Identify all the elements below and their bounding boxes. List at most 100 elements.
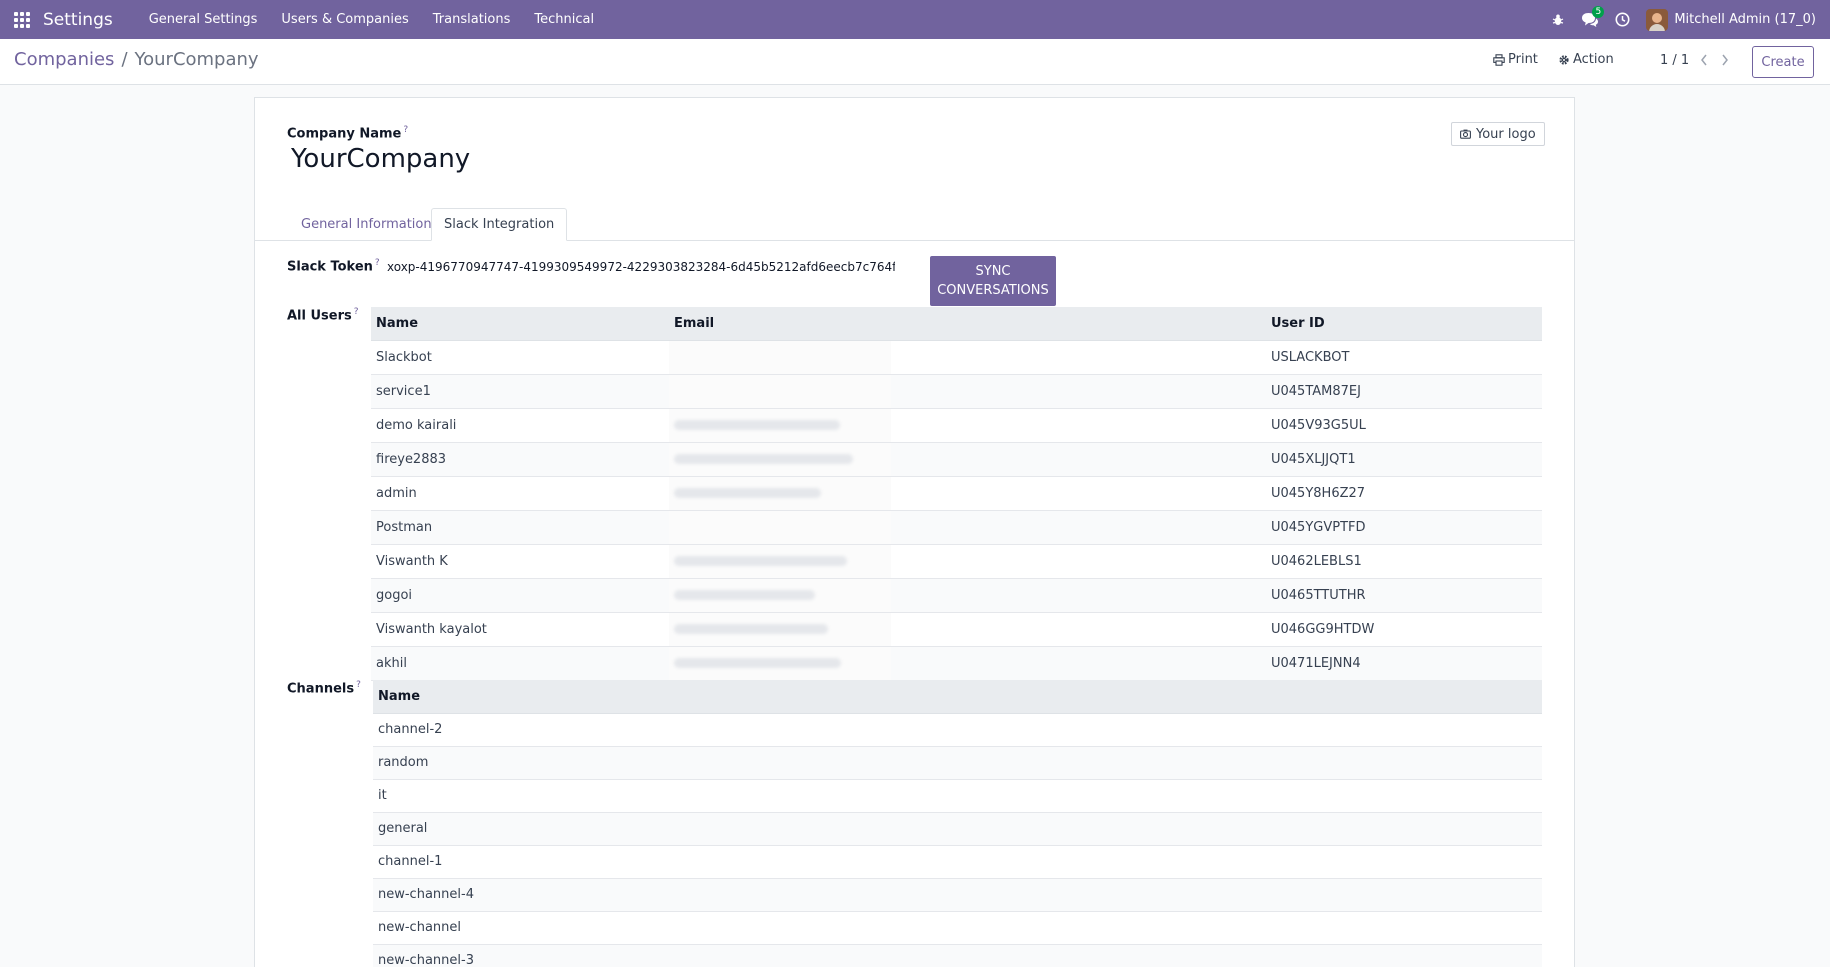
table-row[interactable]: Viswanth K U0462LEBLS1 [371, 544, 1542, 579]
pager-next-icon[interactable] [1717, 51, 1733, 69]
your-logo-button[interactable]: Your logo [1451, 122, 1545, 146]
redacted-email [674, 590, 815, 600]
user-name-cell[interactable]: fireye2883 [371, 442, 669, 477]
user-id-cell[interactable]: U046GG9HTDW [1266, 612, 1542, 647]
navbar-systray: 5 Mitchell Admin (17_0) [1542, 0, 1830, 39]
user-name-cell[interactable]: Postman [371, 510, 669, 545]
user-name-cell[interactable]: Viswanth kayalot [371, 612, 669, 647]
table-row[interactable]: random [373, 746, 1542, 780]
email-value-area [669, 612, 891, 646]
company-name-field[interactable]: YourCompany [291, 144, 470, 174]
menu-general-settings[interactable]: General Settings [137, 12, 270, 27]
debug-bug-icon[interactable] [1542, 0, 1574, 39]
user-menu[interactable]: Mitchell Admin (17_0) [1674, 12, 1816, 27]
help-tooltip-icon[interactable]: ? [356, 680, 361, 690]
user-email-cell[interactable] [669, 510, 1266, 545]
user-email-cell[interactable] [669, 374, 1266, 409]
channel-name-cell[interactable]: general [373, 812, 1542, 846]
company-name-label: Company Name? [287, 125, 409, 142]
activity-clock-icon[interactable] [1606, 0, 1638, 39]
user-name-cell[interactable]: Viswanth K [371, 544, 669, 579]
table-row[interactable]: channel-2 [373, 713, 1542, 747]
user-email-cell[interactable] [669, 544, 1266, 579]
column-header-name[interactable]: Name [371, 307, 669, 341]
user-email-cell[interactable] [669, 442, 1266, 477]
help-tooltip-icon[interactable]: ? [403, 125, 408, 135]
main-menu: General Settings Users & Companies Trans… [137, 12, 606, 27]
pager-value[interactable]: 1 / 1 [1660, 53, 1689, 68]
column-header-email[interactable]: Email [669, 307, 1266, 341]
user-name-cell[interactable]: gogoi [371, 578, 669, 613]
table-row[interactable]: Viswanth kayalot U046GG9HTDW [371, 612, 1542, 647]
channel-name-cell[interactable]: it [373, 779, 1542, 813]
table-row[interactable]: Postman U045YGVPTFD [371, 510, 1542, 545]
user-id-cell[interactable]: U045V93G5UL [1266, 408, 1542, 443]
app-name[interactable]: Settings [43, 10, 113, 30]
table-header-row: Name [373, 680, 1542, 714]
table-row[interactable]: channel-1 [373, 845, 1542, 879]
channels-table: Name channel-2 random it general channel-1 ne… [373, 680, 1542, 967]
tab-general-information[interactable]: General Information [289, 208, 444, 241]
menu-technical[interactable]: Technical [522, 12, 606, 27]
channel-name-cell[interactable]: new-channel-3 [373, 944, 1542, 967]
action-button[interactable]: Action [1558, 52, 1614, 67]
table-row[interactable]: akhil U0471LEJNN4 [371, 646, 1542, 681]
user-name-cell[interactable]: demo kairali [371, 408, 669, 443]
user-email-cell[interactable] [669, 612, 1266, 647]
table-row[interactable]: fireye2883 U045XLJJQT1 [371, 442, 1542, 477]
table-row[interactable]: admin U045Y8H6Z27 [371, 476, 1542, 511]
user-email-cell[interactable] [669, 340, 1266, 375]
pager-previous-icon[interactable] [1696, 51, 1712, 69]
breadcrumb-companies[interactable]: Companies [14, 49, 114, 70]
channel-name-cell[interactable]: new-channel-4 [373, 878, 1542, 912]
table-row[interactable]: new-channel-3 [373, 944, 1542, 967]
table-row[interactable]: it [373, 779, 1542, 813]
user-email-cell[interactable] [669, 408, 1266, 443]
channel-name-cell[interactable]: new-channel [373, 911, 1542, 945]
table-row[interactable]: Slackbot USLACKBOT [371, 340, 1542, 375]
print-button[interactable]: Print [1493, 52, 1538, 67]
redacted-email [674, 556, 847, 566]
user-name-cell[interactable]: akhil [371, 646, 669, 681]
email-value-area [669, 646, 891, 680]
user-email-cell[interactable] [669, 476, 1266, 511]
user-name-cell[interactable]: admin [371, 476, 669, 511]
menu-translations[interactable]: Translations [421, 12, 523, 27]
messages-badge: 5 [1592, 6, 1605, 18]
channel-name-cell[interactable]: random [373, 746, 1542, 780]
user-id-cell[interactable]: U045TAM87EJ [1266, 374, 1542, 409]
apps-menu-icon[interactable] [14, 11, 30, 28]
menu-users-companies[interactable]: Users & Companies [269, 12, 420, 27]
top-navbar: Settings General Settings Users & Compan… [0, 0, 1830, 39]
user-avatar[interactable] [1646, 8, 1669, 31]
tab-slack-integration[interactable]: Slack Integration [431, 208, 568, 241]
user-id-cell[interactable]: USLACKBOT [1266, 340, 1542, 375]
column-header-user-id[interactable]: User ID [1266, 307, 1542, 341]
table-row[interactable]: new-channel [373, 911, 1542, 945]
slack-token-input[interactable] [387, 257, 895, 277]
column-header-channel-name[interactable]: Name [373, 680, 1542, 714]
table-row[interactable]: general [373, 812, 1542, 846]
breadcrumb: Companies / YourCompany [14, 49, 259, 70]
user-id-cell[interactable]: U045XLJJQT1 [1266, 442, 1542, 477]
user-id-cell[interactable]: U045YGVPTFD [1266, 510, 1542, 545]
table-row[interactable]: gogoi U0465TTUTHR [371, 578, 1542, 613]
table-row[interactable]: demo kairali U045V93G5UL [371, 408, 1542, 443]
help-tooltip-icon[interactable]: ? [375, 258, 380, 268]
user-id-cell[interactable]: U0462LEBLS1 [1266, 544, 1542, 579]
table-row[interactable]: service1 U045TAM87EJ [371, 374, 1542, 409]
user-name-cell[interactable]: Slackbot [371, 340, 669, 375]
user-email-cell[interactable] [669, 578, 1266, 613]
help-tooltip-icon[interactable]: ? [354, 307, 359, 317]
user-email-cell[interactable] [669, 646, 1266, 681]
messages-chat-icon[interactable]: 5 [1574, 0, 1606, 39]
sync-conversations-button[interactable]: SYNC CONVERSATIONS [930, 256, 1056, 306]
channel-name-cell[interactable]: channel-1 [373, 845, 1542, 879]
user-id-cell[interactable]: U0465TTUTHR [1266, 578, 1542, 613]
user-name-cell[interactable]: service1 [371, 374, 669, 409]
channel-name-cell[interactable]: channel-2 [373, 713, 1542, 747]
table-row[interactable]: new-channel-4 [373, 878, 1542, 912]
user-id-cell[interactable]: U0471LEJNN4 [1266, 646, 1542, 681]
user-id-cell[interactable]: U045Y8H6Z27 [1266, 476, 1542, 511]
create-button[interactable]: Create [1752, 46, 1814, 78]
